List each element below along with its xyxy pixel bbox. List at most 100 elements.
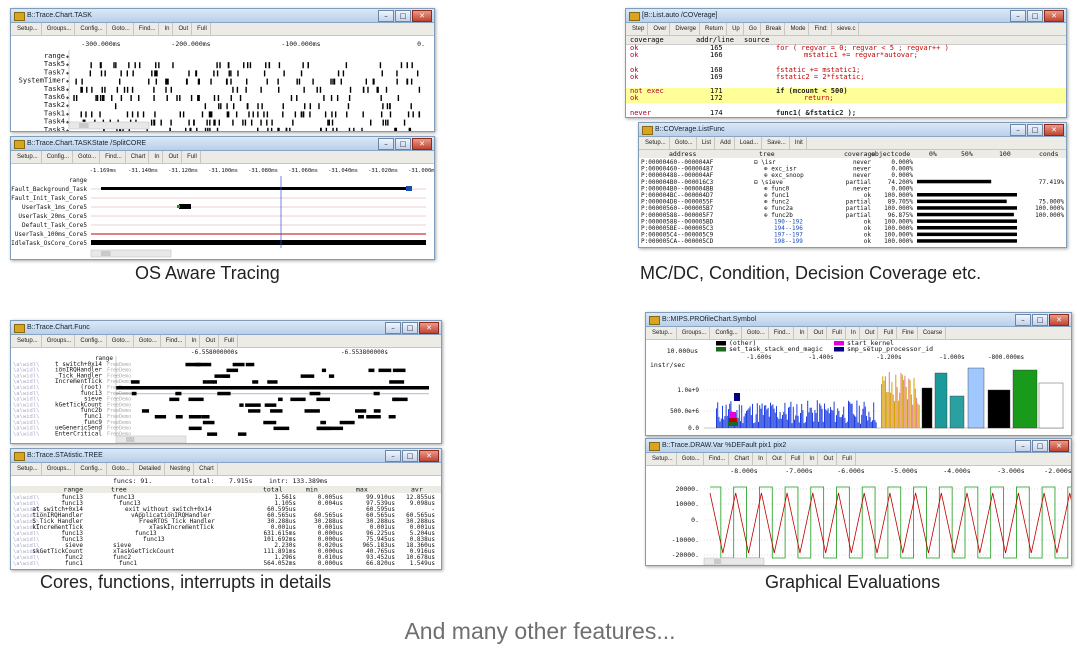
- toolbar-button-0[interactable]: Setup...: [14, 151, 42, 163]
- minimize-button[interactable]: –: [1010, 10, 1026, 22]
- toolbar-button-6[interactable]: Init: [792, 137, 807, 149]
- toolbar-button-6[interactable]: Chart: [196, 463, 218, 475]
- taskstate-chart[interactable]: -1.169ms -31.140ms -31.120ms -31.100ms -31.0…: [11, 164, 434, 259]
- source-row[interactable]: not exec 171 if (mcount < 500): [626, 87, 1066, 96]
- source-row[interactable]: ok 172 return;: [626, 95, 1066, 103]
- toolbar-button-7[interactable]: Out: [202, 335, 220, 347]
- minimize-button[interactable]: –: [385, 450, 401, 462]
- header-source[interactable]: source: [744, 36, 769, 44]
- toolbar-button-9[interactable]: Full: [839, 453, 856, 465]
- close-button[interactable]: ✕: [1049, 314, 1069, 326]
- toolbar-button-1[interactable]: Groups...: [679, 327, 711, 339]
- toolbar-button-5[interactable]: Nesting: [167, 463, 195, 475]
- toolbar-button-5[interactable]: Out: [769, 453, 786, 465]
- header-coverage[interactable]: coverage: [630, 36, 664, 44]
- close-button[interactable]: ✕: [1049, 440, 1069, 452]
- variable-draw-chart[interactable]: -8.000s -7.000s -6.000s -5.000s -4.000s -3.00…: [646, 466, 1071, 565]
- maximize-button[interactable]: □: [1027, 10, 1043, 22]
- toolbar-button-6[interactable]: Out: [175, 23, 193, 35]
- toolbar-button-0[interactable]: Setup...: [649, 327, 677, 339]
- toolbar-button-4[interactable]: Chart: [128, 151, 150, 163]
- title-bar[interactable]: B::Trace.STAtistic.TREE – □ ✕: [11, 449, 441, 463]
- toolbar-button-12[interactable]: Coarse: [920, 327, 947, 339]
- toolbar-button-8[interactable]: In: [848, 327, 860, 339]
- toolbar-button-8[interactable]: Out: [820, 453, 838, 465]
- toolbar-button-9[interactable]: sieve.c: [834, 23, 860, 35]
- toolbar-button-0[interactable]: Setup...: [649, 453, 677, 465]
- title-bar[interactable]: [B::List.auto /COVerage] – □ ✕: [626, 9, 1066, 23]
- toolbar-button-2[interactable]: Diverge: [672, 23, 701, 35]
- toolbar-button-3[interactable]: Goto...: [109, 23, 134, 35]
- toolbar-button-0[interactable]: Setup...: [14, 335, 42, 347]
- toolbar-button-5[interactable]: In: [796, 327, 809, 339]
- toolbar-button-0[interactable]: Setup...: [14, 463, 42, 475]
- toolbar-button-2[interactable]: Find...: [706, 453, 730, 465]
- minimize-button[interactable]: –: [1015, 314, 1031, 326]
- maximize-button[interactable]: □: [1032, 440, 1048, 452]
- toolbar-button-4[interactable]: Detailed: [136, 463, 165, 475]
- toolbar-button-11[interactable]: Fine: [899, 327, 918, 339]
- toolbar-button-4[interactable]: Up: [729, 23, 744, 35]
- toolbar-button-6[interactable]: Out: [165, 151, 183, 163]
- maximize-button[interactable]: □: [402, 450, 418, 462]
- statistic-table[interactable]: funcs: 91. total: 7.915s intr: 133.389ms ran…: [11, 476, 441, 569]
- toolbar-button-1[interactable]: Goto...: [672, 137, 697, 149]
- toolbar-button-5[interactable]: Go: [746, 23, 761, 35]
- toolbar-button-7[interactable]: Full: [194, 23, 211, 35]
- toolbar-button-6[interactable]: Out: [810, 327, 828, 339]
- source-row[interactable]: ok 169 fstatic2 = 2*fstatic;: [626, 73, 1066, 81]
- maximize-button[interactable]: □: [395, 10, 411, 22]
- toolbar-button-7[interactable]: Full: [184, 151, 201, 163]
- toolbar-button-3[interactable]: Return: [702, 23, 728, 35]
- header-addrline[interactable]: addr/line: [696, 36, 734, 44]
- toolbar-button-5[interactable]: In: [151, 151, 164, 163]
- toolbar-button-6[interactable]: In: [188, 335, 201, 347]
- close-button[interactable]: ✕: [1044, 124, 1064, 136]
- title-bar[interactable]: B::Trace.DRAW.Var %DEFault pix1 pix2 – □ ✕: [646, 439, 1071, 453]
- minimize-button[interactable]: –: [378, 138, 394, 150]
- toolbar-button-5[interactable]: In: [161, 23, 174, 35]
- title-bar[interactable]: B::Trace.Chart.TASKState /SplitCORE – □ ✕: [11, 137, 434, 151]
- toolbar-button-4[interactable]: Find...: [771, 327, 795, 339]
- function-trace-chart[interactable]: -6.558000000s -6.553800000srange\a\widl\ t…: [11, 348, 441, 443]
- toolbar-button-2[interactable]: Config...: [77, 23, 107, 35]
- toolbar-button-3[interactable]: Find...: [102, 151, 126, 163]
- toolbar-button-5[interactable]: Find...: [163, 335, 187, 347]
- toolbar-button-2[interactable]: Config...: [712, 327, 742, 339]
- toolbar-button-6[interactable]: Full: [788, 453, 805, 465]
- toolbar-button-1[interactable]: Groups...: [44, 23, 76, 35]
- toolbar-button-2[interactable]: Goto...: [75, 151, 101, 163]
- toolbar-button-2[interactable]: Config...: [77, 335, 107, 347]
- toolbar-button-1[interactable]: Groups...: [44, 463, 76, 475]
- close-button[interactable]: ✕: [419, 322, 439, 334]
- toolbar-button-4[interactable]: In: [755, 453, 768, 465]
- toolbar-button-8[interactable]: Full: [221, 335, 238, 347]
- toolbar-button-1[interactable]: Groups...: [44, 335, 76, 347]
- mips-profile-chart[interactable]: (other) start_kernelset_task_stack_end_ma…: [646, 340, 1071, 435]
- toolbar-button-9[interactable]: Out: [862, 327, 879, 339]
- toolbar-button-0[interactable]: Setup...: [642, 137, 670, 149]
- maximize-button[interactable]: □: [402, 322, 418, 334]
- toolbar-button-7[interactable]: Mode: [787, 23, 810, 35]
- title-bar[interactable]: B::Trace.Chart.Func – □ ✕: [11, 321, 441, 335]
- maximize-button[interactable]: □: [395, 138, 411, 150]
- source-row[interactable]: never 174 func1( &fstatic2 );: [626, 109, 1066, 117]
- toolbar-button-3[interactable]: Goto...: [109, 463, 134, 475]
- task-trace-chart[interactable]: -300.000ms -200.000ms -100.000ms 0.range ◆Ta…: [11, 36, 434, 131]
- maximize-button[interactable]: □: [1032, 314, 1048, 326]
- toolbar-button-1[interactable]: Config...: [44, 151, 74, 163]
- minimize-button[interactable]: –: [385, 322, 401, 334]
- close-button[interactable]: ✕: [1044, 10, 1064, 22]
- toolbar-button-3[interactable]: Chart: [731, 453, 754, 465]
- close-button[interactable]: ✕: [412, 10, 432, 22]
- toolbar-button-8[interactable]: Find:: [811, 23, 832, 35]
- toolbar-button-1[interactable]: Goto...: [679, 453, 704, 465]
- minimize-button[interactable]: –: [1015, 440, 1031, 452]
- toolbar-button-1[interactable]: Over: [650, 23, 671, 35]
- coverage-table[interactable]: address tree coverageobjectcode 0% 50% 100 con…: [639, 150, 1066, 247]
- toolbar-button-4[interactable]: Find...: [136, 23, 160, 35]
- close-button[interactable]: ✕: [412, 138, 432, 150]
- toolbar-button-0[interactable]: Setup...: [14, 23, 42, 35]
- toolbar-button-5[interactable]: Save...: [764, 137, 790, 149]
- toolbar-button-3[interactable]: Add: [717, 137, 735, 149]
